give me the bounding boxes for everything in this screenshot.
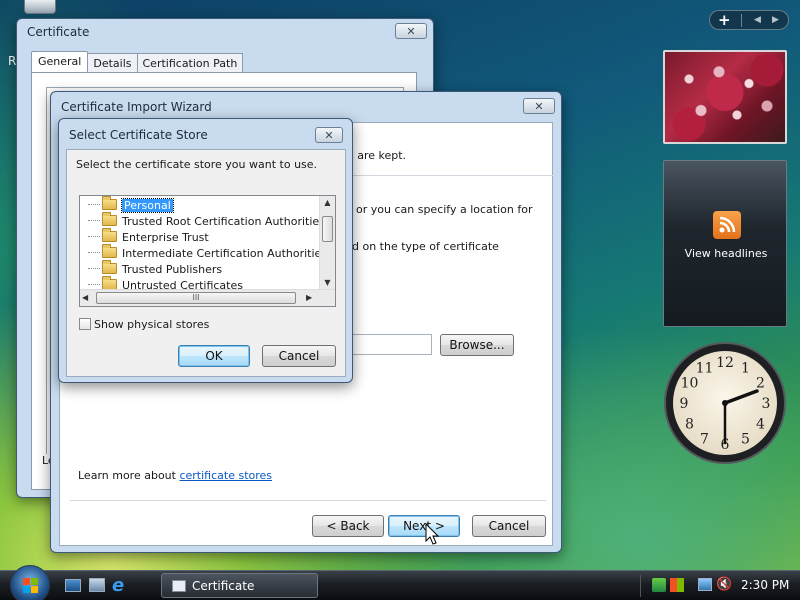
volume-muted-icon[interactable]: 🔇 <box>716 576 732 594</box>
tree-horizontal-scrollbar[interactable]: ◀ III ▶ <box>80 289 335 306</box>
slideshow-gadget[interactable] <box>663 50 787 144</box>
store-tree[interactable]: Personal Trusted Root Certification Autho… <box>79 195 336 307</box>
scroll-thumb-horizontal[interactable]: III <box>96 292 296 304</box>
clock-number: 5 <box>741 432 750 448</box>
store-cancel-button[interactable]: Cancel <box>262 345 336 367</box>
clock-number: 2 <box>756 376 765 392</box>
tree-connector <box>88 220 100 221</box>
rss-feed-icon <box>713 211 741 239</box>
clock-number: 10 <box>681 376 699 392</box>
tray-divider <box>640 575 641 597</box>
clock-number: 3 <box>762 396 771 412</box>
taskbar: e Certificate 🔇 2:30 PM <box>0 565 800 600</box>
tree-connector <box>88 236 100 237</box>
clock-number: 7 <box>700 432 709 448</box>
store-tree-item-label: Enterprise Trust <box>122 231 209 244</box>
clock-number: 12 <box>716 355 734 371</box>
taskbar-clock[interactable]: 2:30 PM <box>741 578 789 592</box>
store-tree-item-label: Intermediate Certification Authorities <box>122 247 328 260</box>
internet-explorer-icon[interactable]: e <box>112 577 129 595</box>
scroll-thumb-vertical[interactable] <box>322 216 333 242</box>
clock-number: 4 <box>756 417 765 433</box>
select-store-dialog: Select Certificate Store ✕ Select the ce… <box>58 118 353 383</box>
folder-icon <box>102 196 117 210</box>
switch-windows-icon[interactable] <box>89 578 105 592</box>
sidebar-control-bar: + ◀ ▶ <box>709 10 789 30</box>
mouse-cursor-icon <box>425 523 440 545</box>
tab-general[interactable]: General <box>31 51 89 73</box>
windows-flag-tray-icon[interactable] <box>670 578 684 592</box>
back-button[interactable]: < Back <box>312 515 384 537</box>
select-store-title: Select Certificate Store <box>69 128 208 142</box>
view-headlines-label[interactable]: View headlines <box>664 247 788 260</box>
tree-connector <box>88 284 100 285</box>
folder-icon <box>102 228 117 242</box>
store-tree-item-label: Trusted Publishers <box>122 263 223 276</box>
clock-number: 1 <box>741 361 750 377</box>
folder-icon <box>102 244 117 258</box>
tab-details[interactable]: Details <box>88 53 138 73</box>
certificate-stores-link[interactable]: certificate stores <box>179 469 272 482</box>
scroll-up-arrow-icon[interactable]: ▲ <box>320 196 335 210</box>
recycle-bin-icon[interactable] <box>24 0 56 14</box>
ok-button[interactable]: OK <box>178 345 250 367</box>
network-icon[interactable] <box>698 578 712 591</box>
clock-number: 8 <box>685 417 694 433</box>
scroll-right-arrow-icon[interactable]: ▶ <box>306 290 312 306</box>
import-wizard-title: Certificate Import Wizard <box>61 100 212 114</box>
taskbar-certificate-button[interactable]: Certificate <box>161 573 318 598</box>
clock-gadget[interactable]: 12 1234567891011 <box>663 341 787 465</box>
scroll-left-arrow-icon[interactable]: ◀ <box>82 290 88 306</box>
certificate-task-icon <box>172 580 186 592</box>
store-tree-item-label: Personal <box>121 198 174 213</box>
store-tree-item-label: Trusted Root Certification Authorities <box>122 215 325 228</box>
select-store-body: Select the certificate store you want to… <box>66 149 346 377</box>
scroll-down-arrow-icon[interactable]: ▼ <box>320 276 335 290</box>
add-gadget-button[interactable]: + <box>718 11 731 29</box>
wizard-text-fragment-2: or you can specify a location for <box>356 203 533 216</box>
learn-more-prefix: Learn more about <box>78 469 180 482</box>
clock-number: 11 <box>696 361 714 377</box>
windows-logo-icon <box>23 578 38 593</box>
tree-connector <box>88 204 100 205</box>
show-physical-stores-checkbox[interactable] <box>79 318 91 330</box>
show-desktop-icon[interactable] <box>65 579 81 592</box>
store-tree-item[interactable]: Intermediate Certification Authorities <box>88 244 328 262</box>
tab-certification-path[interactable]: Certification Path <box>137 53 244 73</box>
next-page-icon[interactable]: ▶ <box>772 11 779 29</box>
wizard-separator-bottom <box>70 500 546 501</box>
browse-button[interactable]: Browse... <box>440 334 514 356</box>
wizard-text-fragment-1: s are kept. <box>348 149 407 162</box>
certificate-tab-strip: General Details Certification Path <box>31 51 244 73</box>
show-physical-stores-label[interactable]: Show physical stores <box>94 318 209 331</box>
folder-icon <box>102 212 117 226</box>
clock-number: 9 <box>680 396 689 412</box>
sidebar-divider <box>741 14 742 27</box>
security-center-icon[interactable] <box>652 578 666 592</box>
certificate-close-button[interactable]: ✕ <box>395 23 427 39</box>
select-store-prompt: Select the certificate store you want to… <box>76 158 318 171</box>
select-store-close-button[interactable]: ✕ <box>315 127 343 143</box>
learn-more-text: Learn more about certificate stores <box>78 469 272 482</box>
start-button[interactable] <box>10 565 50 600</box>
wizard-text-fragment-3: d on the type of certificate <box>352 240 499 253</box>
next-button[interactable]: Next > <box>388 515 460 537</box>
store-tree-item[interactable]: Personal <box>88 196 174 214</box>
previous-page-icon[interactable]: ◀ <box>754 11 761 29</box>
tree-vertical-scrollbar[interactable]: ▲ ▼ <box>319 196 335 290</box>
import-wizard-close-button[interactable]: ✕ <box>523 98 555 114</box>
tree-connector <box>88 252 100 253</box>
feed-headlines-gadget[interactable]: View headlines <box>663 160 787 327</box>
wizard-cancel-button[interactable]: Cancel <box>472 515 546 537</box>
tree-connector <box>88 268 100 269</box>
clock-center <box>722 400 728 406</box>
certificate-window-title: Certificate <box>27 25 90 39</box>
folder-icon <box>102 260 117 274</box>
store-tree-item[interactable]: Trusted Root Certification Authorities <box>88 212 325 230</box>
taskbar-certificate-label: Certificate <box>192 579 255 593</box>
